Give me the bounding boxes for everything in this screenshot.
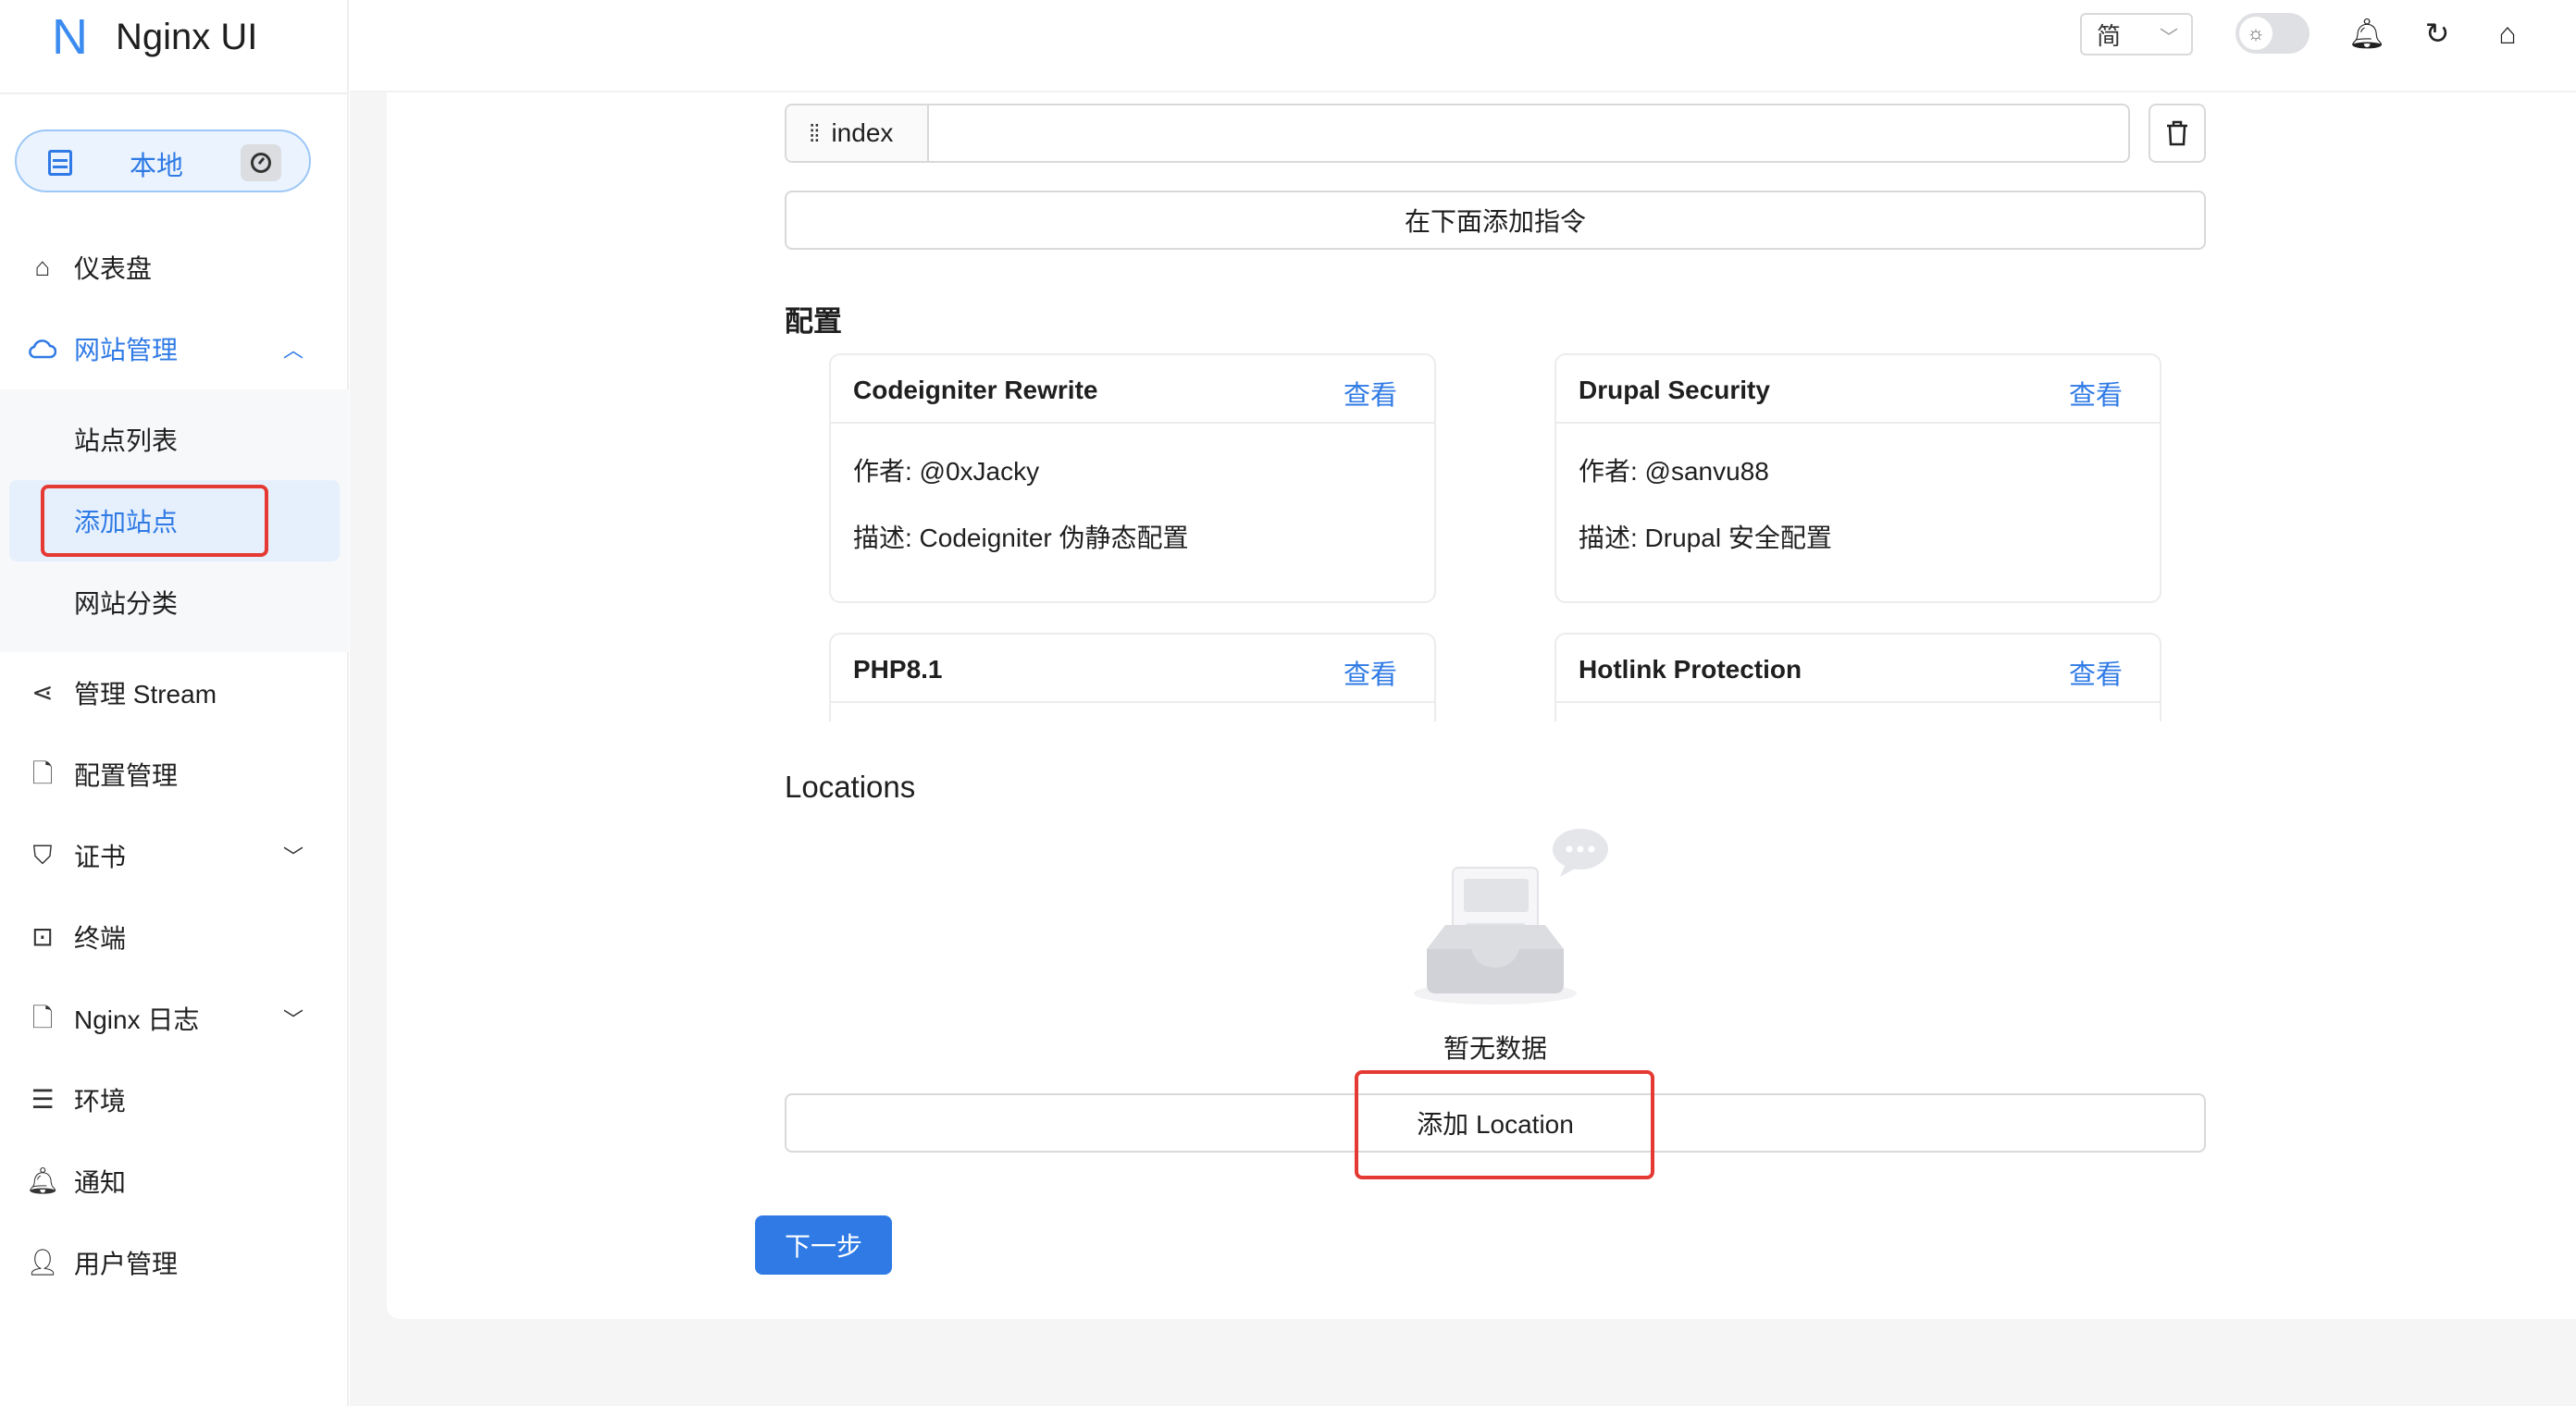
template-card: Codeigniter Rewrite 查看 作者: @0xJacky 描述: … (829, 353, 1436, 603)
view-template-link[interactable]: 查看 (2069, 374, 2123, 413)
sidebar-item-users[interactable]: 👤︎ 用户管理 (0, 1222, 349, 1303)
sidebar-item-label: 环境 (74, 1087, 127, 1116)
shield-icon: ⛉ (32, 841, 53, 870)
share-icon: ⋖ (31, 678, 54, 707)
sidebar-item-label: 配置管理 (74, 761, 179, 790)
sidebar-item-label: 通知 (74, 1168, 127, 1197)
add-directive-button[interactable]: 在下面添加指令 (785, 191, 2206, 250)
sidebar-item-stream[interactable]: ⋖ 管理 Stream (0, 652, 349, 734)
view-template-link[interactable]: 查看 (2069, 653, 2123, 692)
sidebar-item-label: 站点列表 (74, 426, 179, 455)
highlight-box (1355, 1070, 1654, 1179)
file-icon: 🗋 (31, 1004, 54, 1032)
locations-section-title: Locations (785, 770, 916, 804)
dashboard-gauge-icon[interactable] (241, 144, 281, 181)
sidebar-menu: ⌂ 仪表盘 网站管理 ︿ 站点列表 添加站点 网站分类 ⋖ 管理 Stream (0, 227, 349, 1303)
home-icon[interactable]: ⌂ (2489, 13, 2526, 54)
drag-handle-icon: ⁞⁞ (809, 118, 821, 147)
sidebar-item-site-categories[interactable]: 网站分类 (0, 561, 349, 643)
empty-inbox-icon (1412, 823, 1614, 1008)
reload-icon[interactable]: ↻ (2419, 13, 2456, 54)
nginx-n-logo-icon: N (52, 9, 88, 65)
template-card: Hotlink Protection 查看 (1554, 633, 2161, 722)
chevron-down-icon: ﹀ (283, 1008, 304, 1031)
chevron-up-icon: ︿ (283, 339, 304, 362)
add-directive-label: 在下面添加指令 (1404, 207, 1586, 236)
sidebar-item-label: 证书 (74, 843, 127, 871)
sidebar-item-label: 网站分类 (74, 589, 179, 618)
app-logo[interactable]: N Nginx UI (52, 7, 257, 67)
sidebar-item-label: Nginx 日志 (74, 1005, 200, 1034)
empty-state-text: 暂无数据 (1443, 1034, 1547, 1063)
sun-icon: ☼ (2239, 17, 2273, 50)
chevron-down-icon: ﹀ (283, 845, 304, 869)
sidebar-item-label: 管理 Stream (74, 680, 217, 709)
trash-icon (2167, 120, 2187, 146)
view-template-link[interactable]: 查看 (1344, 374, 1397, 413)
sidebar-item-site-list[interactable]: 站点列表 (0, 399, 349, 480)
sidebar-item-certificates[interactable]: ⛉ 证书 ﹀ (0, 815, 349, 896)
sidebar-item-label: 用户管理 (74, 1250, 179, 1278)
template-author: 作者: @0xJacky (853, 457, 1040, 486)
language-select[interactable]: 简 ﹀ (2080, 13, 2193, 56)
sidebar-item-environment[interactable]: ☰ 环境 (0, 1059, 349, 1141)
bell-icon: 🔔︎ (26, 1166, 59, 1195)
next-step-button[interactable]: 下一步 (755, 1215, 892, 1275)
language-value: 简 (2097, 21, 2122, 50)
template-card-header: Drupal Security 查看 (1556, 355, 2160, 424)
template-name: Hotlink Protection (1579, 655, 1802, 684)
template-card-header: Codeigniter Rewrite 查看 (831, 355, 1434, 424)
sidebar-item-terminal[interactable]: ⊡ 终端 (0, 896, 349, 978)
server-icon: ☰ (31, 1085, 55, 1114)
sidebar-item-label: 网站管理 (74, 336, 179, 364)
server-icon (48, 150, 72, 176)
cloud-icon (28, 334, 57, 364)
terminal-icon: ⊡ (31, 922, 54, 951)
environment-switcher[interactable]: 本地 (15, 130, 311, 192)
sidebar-item-label: 终端 (74, 924, 127, 953)
user-icon: 👤︎ (26, 1248, 59, 1276)
template-author: 作者: @sanvu88 (1579, 457, 1769, 486)
template-name: PHP8.1 (853, 655, 943, 684)
app-title: Nginx UI (116, 16, 258, 57)
theme-toggle[interactable]: ☼ (2235, 13, 2310, 54)
chevron-down-icon: ﹀ (2160, 28, 2178, 48)
config-section-title: 配置 (785, 305, 842, 338)
highlight-box (41, 485, 268, 557)
file-icon: 🗋 (31, 759, 54, 788)
template-card-header: PHP8.1 查看 (831, 635, 1434, 703)
bell-icon[interactable]: 🔔︎ (2348, 13, 2386, 54)
directive-name: index (831, 118, 894, 147)
environment-label: 本地 (130, 152, 184, 181)
template-card-header: Hotlink Protection 查看 (1556, 635, 2160, 703)
sidebar-item-label: 仪表盘 (74, 254, 153, 283)
home-icon: ⌂ (34, 253, 51, 281)
template-name: Drupal Security (1579, 376, 1770, 404)
top-header: 简 ﹀ ☼ 🔔︎ ↻ ⌂ (350, 0, 2576, 92)
sidebar-item-sites[interactable]: 网站管理 ︿ (0, 308, 349, 389)
next-step-label: 下一步 (784, 1232, 862, 1261)
directive-input-row[interactable]: ⁞⁞ index (785, 104, 2130, 163)
view-template-link[interactable]: 查看 (1344, 653, 1397, 692)
template-description: 描述: Codeigniter 伪静态配置 (853, 524, 1189, 552)
template-description: 描述: Drupal 安全配置 (1579, 524, 1832, 552)
sidebar-item-config[interactable]: 🗋 配置管理 (0, 734, 349, 815)
template-card: Drupal Security 查看 作者: @sanvu88 描述: Drup… (1554, 353, 2161, 603)
template-name: Codeigniter Rewrite (853, 376, 1098, 404)
sidebar: N Nginx UI 本地 ⌂ 仪表盘 网站管理 ︿ 站点列表 添加站点 网站分… (0, 0, 349, 1406)
sidebar-item-dashboard[interactable]: ⌂ 仪表盘 (0, 227, 349, 308)
template-card: PHP8.1 查看 (829, 633, 1436, 722)
divider (0, 92, 349, 94)
sidebar-item-notifications[interactable]: 🔔︎ 通知 (0, 1141, 349, 1222)
directive-drag-handle[interactable]: ⁞⁞ index (786, 105, 929, 161)
delete-directive-button[interactable] (2149, 104, 2206, 163)
sidebar-item-nginx-logs[interactable]: 🗋 Nginx 日志 ﹀ (0, 978, 349, 1059)
